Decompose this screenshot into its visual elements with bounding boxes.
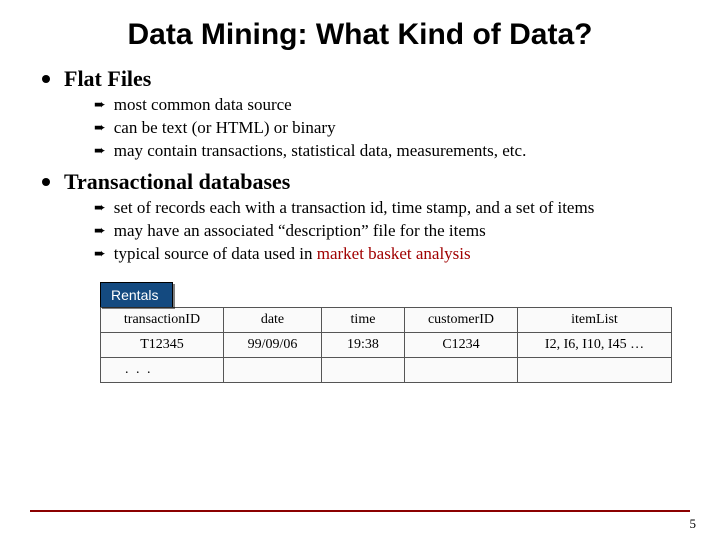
list-item-text: can be text (or HTML) or binary	[114, 117, 336, 140]
list-item-text: may contain transactions, statistical da…	[114, 140, 527, 163]
table-cell: 99/09/06	[224, 332, 322, 357]
table-cell	[518, 357, 672, 382]
table-cell	[224, 357, 322, 382]
list-item: ➨ can be text (or HTML) or binary	[94, 117, 690, 140]
sub-bullet-icon: ➨	[94, 141, 106, 160]
sub-bullet-icon: ➨	[94, 95, 106, 114]
list-item: ➨ may contain transactions, statistical …	[94, 140, 690, 163]
list-item-text: typical source of data used in market ba…	[114, 243, 471, 266]
table-header-row: transactionID date time customerID itemL…	[101, 307, 672, 332]
table-cell: I2, I6, I10, I45 …	[518, 332, 672, 357]
sub-list: ➨ most common data source ➨ can be text …	[42, 94, 690, 163]
table-row: . . .	[101, 357, 672, 382]
section-heading: Transactional databases	[64, 169, 290, 195]
list-item: ➨ most common data source	[94, 94, 690, 117]
list-item-text: may have an associated “description” fil…	[114, 220, 486, 243]
list-item: ➨ typical source of data used in market …	[94, 243, 690, 266]
list-item-text: most common data source	[114, 94, 292, 117]
sub-bullet-icon: ➨	[94, 118, 106, 137]
sub-bullet-icon: ➨	[94, 244, 106, 263]
list-item-text: set of records each with a transaction i…	[114, 197, 595, 220]
table-header: time	[322, 307, 405, 332]
section-flat-files: Flat Files	[42, 66, 690, 92]
section-transactional: Transactional databases	[42, 169, 690, 195]
table-cell-ellipsis: . . .	[101, 357, 224, 382]
highlight-term: market basket analysis	[317, 244, 471, 263]
table-cell: T12345	[101, 332, 224, 357]
table-title: Rentals	[100, 282, 173, 307]
table-row: T12345 99/09/06 19:38 C1234 I2, I6, I10,…	[101, 332, 672, 357]
table-header: date	[224, 307, 322, 332]
bullet-dot-icon	[42, 178, 50, 186]
bullet-dot-icon	[42, 75, 50, 83]
rentals-table-graphic: Rentals transactionID date time customer…	[100, 282, 672, 383]
sub-list: ➨ set of records each with a transaction…	[42, 197, 690, 266]
sub-bullet-icon: ➨	[94, 221, 106, 240]
sub-bullet-icon: ➨	[94, 198, 106, 217]
slide-title: Data Mining: What Kind of Data?	[0, 0, 720, 60]
table-header: itemList	[518, 307, 672, 332]
slide: Data Mining: What Kind of Data? Flat Fil…	[0, 0, 720, 540]
table-cell: C1234	[405, 332, 518, 357]
slide-content: Flat Files ➨ most common data source ➨ c…	[0, 66, 720, 383]
table-cell	[405, 357, 518, 382]
page-number: 5	[690, 516, 697, 532]
list-item: ➨ set of records each with a transaction…	[94, 197, 690, 220]
table-header: transactionID	[101, 307, 224, 332]
footer-separator	[30, 510, 690, 512]
section-heading: Flat Files	[64, 66, 151, 92]
list-item: ➨ may have an associated “description” f…	[94, 220, 690, 243]
table-cell	[322, 357, 405, 382]
table-header: customerID	[405, 307, 518, 332]
rentals-table: transactionID date time customerID itemL…	[100, 307, 672, 383]
table-cell: 19:38	[322, 332, 405, 357]
